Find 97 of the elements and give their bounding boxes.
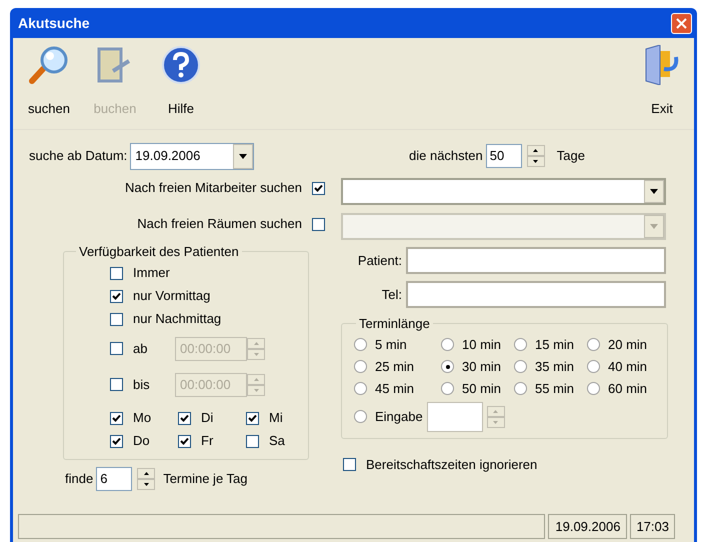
dropdown-field[interactable]	[341, 178, 666, 205]
checkbox[interactable]	[312, 182, 325, 194]
caret-icon	[650, 189, 658, 194]
duration-option-label: 50 min	[462, 380, 502, 398]
close-button[interactable]	[671, 12, 692, 34]
radio-button[interactable]	[514, 382, 527, 395]
checkbox[interactable]	[110, 312, 123, 326]
status-date: 19.09.2006	[548, 514, 628, 539]
duration-option-label: 5 min	[375, 336, 407, 354]
weekday-label: Mi	[269, 409, 283, 428]
up-arrow-icon	[493, 410, 498, 412]
weekday-label: Fr	[201, 432, 214, 450]
checkbox[interactable]	[110, 412, 123, 424]
checkbox[interactable]	[110, 378, 123, 391]
input-field[interactable]	[406, 281, 666, 308]
weekday-label: Di	[201, 409, 214, 428]
caret-icon	[239, 154, 248, 158]
finde-label: finde	[65, 470, 94, 488]
standby-option-label: Bereitschaftszeiten ignorieren	[366, 456, 538, 474]
help-icon	[161, 45, 201, 85]
weekday-label: Do	[133, 432, 150, 450]
duration-option-label: 35 min	[535, 358, 574, 376]
window-title: Akutsuche	[18, 14, 90, 32]
radio-button[interactable]	[514, 338, 527, 351]
radio-button[interactable]	[441, 382, 454, 395]
radio-button[interactable]	[441, 338, 454, 351]
toolbar-button[interactable]: suchen	[20, 43, 78, 118]
duration-option-label: 15 min	[535, 336, 574, 354]
days-unit: Tage	[556, 147, 585, 166]
up-arrow-icon	[144, 472, 149, 474]
radio-button[interactable]	[514, 360, 527, 373]
group-title: Verfügbarkeit des Patienten	[78, 243, 240, 261]
up-arrow-icon	[533, 149, 538, 152]
field-label: Patient:	[358, 252, 402, 270]
radio-button[interactable]	[354, 338, 367, 351]
checkbox[interactable]	[246, 412, 259, 424]
radio-button[interactable]	[587, 382, 600, 395]
search-option-label: Nach freien Mitarbeiter suchen	[124, 179, 302, 198]
duration-option-label: 55 min	[535, 380, 574, 398]
up-arrow-icon	[254, 342, 258, 344]
checkbox[interactable]	[110, 342, 123, 355]
down-arrow-icon	[254, 352, 258, 356]
availability-option-label: nur Vormittag	[133, 287, 210, 306]
checkbox[interactable]	[110, 290, 123, 302]
group-title: Terminlänge	[358, 315, 431, 333]
availability-option-label: Immer	[133, 264, 170, 282]
checkbox[interactable]	[178, 412, 191, 424]
field-label: Tel:	[382, 286, 402, 304]
date-label: suche ab Datum:	[29, 147, 128, 166]
duration-option-label: 20 min	[608, 336, 648, 354]
custom-duration-field[interactable]	[426, 402, 483, 432]
time-option-label: bis	[133, 376, 151, 394]
availability-option-label: nur Nachmittag	[133, 310, 222, 328]
days-label: die nächsten	[409, 147, 483, 166]
custom-duration-label: Eingabe	[375, 408, 423, 426]
count-suffix: Termine je Tag	[163, 470, 248, 488]
checkbox[interactable]	[312, 218, 325, 230]
up-arrow-icon	[254, 378, 258, 380]
radio-button[interactable]	[354, 382, 367, 395]
checkbox[interactable]	[178, 434, 191, 448]
spinner-buttons[interactable]	[526, 145, 545, 167]
radio-button[interactable]	[587, 338, 600, 351]
count-field[interactable]: 6	[96, 466, 132, 490]
exit-button[interactable]: Exit	[637, 43, 687, 118]
radio-button[interactable]	[354, 360, 367, 373]
duration-option-label: 60 min	[608, 380, 648, 398]
radio-button[interactable]	[587, 360, 600, 373]
dropdown-button[interactable]	[644, 180, 664, 203]
date-picker[interactable]: 19.09.2006	[130, 142, 254, 170]
dropdown-button[interactable]	[233, 144, 254, 168]
duration-option-label: 45 min	[375, 380, 414, 398]
down-arrow-icon	[533, 160, 538, 163]
checkbox[interactable]	[343, 458, 356, 471]
spinner-buttons[interactable]	[137, 468, 156, 490]
input-field[interactable]	[406, 247, 666, 274]
toolbar-button[interactable]: Hilfe	[152, 43, 210, 118]
duration-option-label: 25 min	[375, 358, 414, 376]
down-arrow-icon	[144, 482, 149, 486]
radio-button[interactable]	[441, 360, 454, 373]
weekday-label: Sa	[269, 432, 285, 450]
status-time: 17:03	[630, 514, 675, 539]
close-icon	[676, 18, 687, 28]
weekday-label: Mo	[133, 409, 152, 428]
time-option-label: ab	[133, 340, 148, 358]
radio-button[interactable]	[354, 410, 367, 423]
checkbox[interactable]	[246, 434, 259, 448]
down-arrow-icon	[493, 420, 498, 424]
checkbox[interactable]	[110, 434, 123, 448]
duration-option-label: 40 min	[608, 358, 648, 376]
duration-option-label: 30 min	[462, 358, 502, 376]
search-option-label: Nach freien Räumen suchen	[137, 215, 302, 234]
down-arrow-icon	[254, 388, 258, 392]
duration-option-label: 10 min	[462, 336, 502, 354]
search-icon	[29, 45, 69, 85]
days-field[interactable]: 50	[486, 144, 522, 168]
checkbox[interactable]	[110, 266, 123, 280]
caret-icon	[650, 224, 658, 229]
